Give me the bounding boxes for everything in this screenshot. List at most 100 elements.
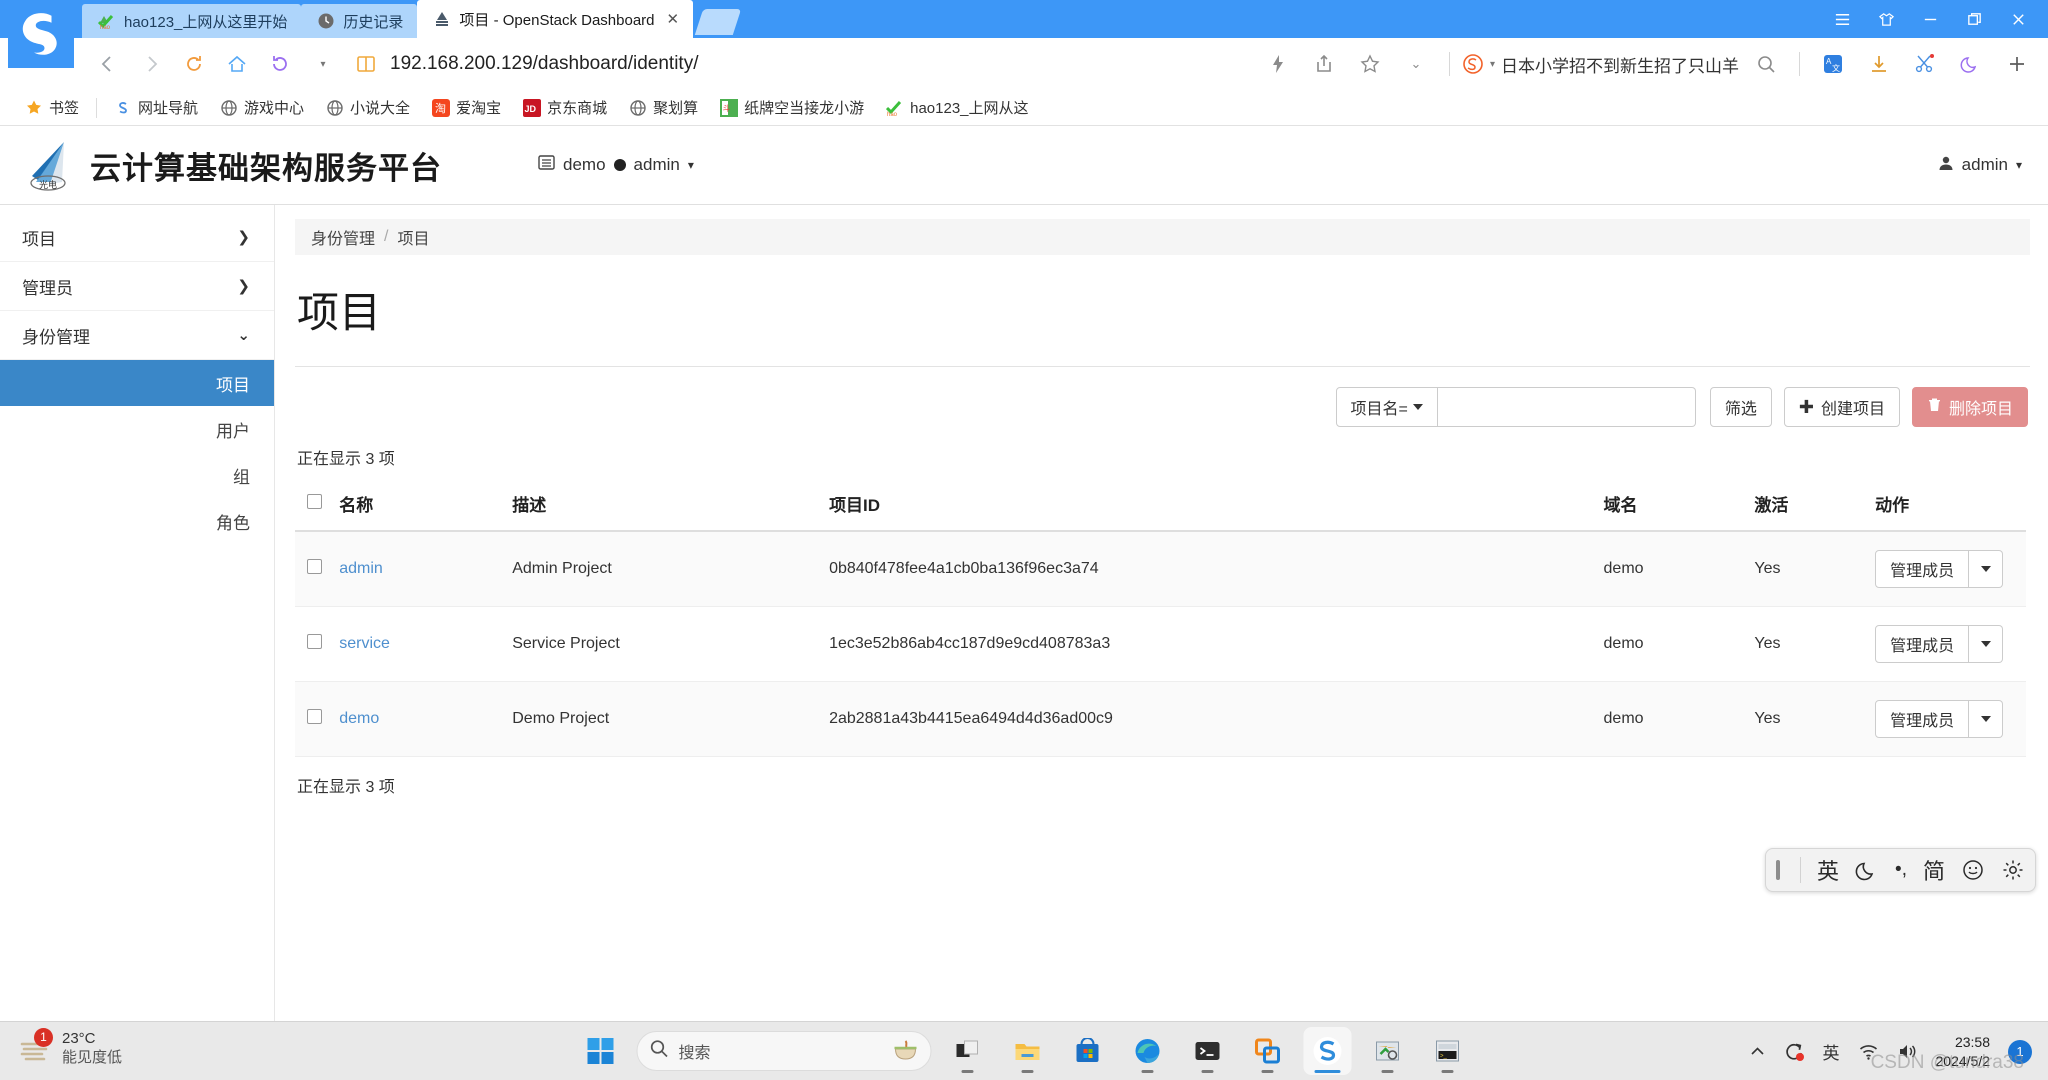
- night-mode-icon[interactable]: [1950, 44, 1992, 84]
- ime-drag-handle[interactable]: [1776, 860, 1781, 880]
- ime-simplified-chinese[interactable]: 简: [1923, 854, 1945, 886]
- browser-tab-1[interactable]: 历史记录: [301, 4, 418, 38]
- reload-icon[interactable]: [174, 44, 214, 84]
- ime-language-english[interactable]: 英: [1817, 854, 1839, 886]
- home-icon[interactable]: [217, 44, 257, 84]
- sidebar-group-admin[interactable]: 管理员 ❯: [0, 262, 274, 311]
- ime-emoji-icon[interactable]: [1961, 858, 1985, 882]
- search-engine-caret-icon[interactable]: ▾: [1490, 59, 1495, 70]
- row-actions-dropdown-icon[interactable]: [1969, 550, 2004, 588]
- vmware-workstation-icon[interactable]: [1244, 1027, 1292, 1075]
- row-checkbox[interactable]: [307, 559, 322, 574]
- sidebar-group-identity[interactable]: 身份管理 ⌄: [0, 311, 274, 360]
- volume-icon[interactable]: [1897, 1041, 1918, 1062]
- wifi-icon[interactable]: [1858, 1041, 1879, 1062]
- chevron-down-icon[interactable]: ⌄: [1395, 44, 1437, 84]
- search-magnifier-icon[interactable]: [1745, 44, 1787, 84]
- ime-floating-toolbar[interactable]: 英 •, 简: [1765, 848, 2036, 892]
- notification-center-badge[interactable]: 1: [2008, 1039, 2032, 1064]
- bookmark-item-0[interactable]: 书签: [14, 93, 90, 123]
- windows-start-icon[interactable]: [577, 1027, 625, 1075]
- filter-button[interactable]: 筛选: [1709, 387, 1772, 427]
- microsoft-store-icon[interactable]: [1064, 1027, 1112, 1075]
- header-name[interactable]: 名称: [339, 483, 513, 532]
- share-icon[interactable]: [1303, 44, 1345, 84]
- sogou-browser-icon[interactable]: [1303, 1027, 1352, 1075]
- header-project-id[interactable]: 项目ID: [829, 483, 1604, 532]
- browser-tab-close-icon[interactable]: ✕: [667, 10, 680, 28]
- project-user-switcher[interactable]: demo admin ▾: [538, 154, 694, 176]
- row-actions-dropdown-icon[interactable]: [1969, 625, 2004, 663]
- header-domain[interactable]: 域名: [1603, 483, 1755, 532]
- sidebar-item-roles[interactable]: 角色: [0, 498, 274, 544]
- ime-settings-gear-icon[interactable]: [2001, 858, 2025, 882]
- browser-search-box[interactable]: ▾ 日本小学招不到新生招了只山羊: [1462, 44, 1787, 84]
- manage-members-button[interactable]: 管理成员: [1875, 700, 1970, 738]
- sidebar-item-groups[interactable]: 组: [0, 452, 274, 498]
- sidebar-group-project[interactable]: 项目 ❯: [0, 213, 274, 262]
- bookmark-item-4[interactable]: 淘 爱淘宝: [421, 93, 512, 123]
- manage-members-button[interactable]: 管理成员: [1875, 550, 1970, 588]
- hamburger-menu-icon[interactable]: [1820, 0, 1864, 38]
- browser-tab-2[interactable]: 项目 - OpenStack Dashboard ✕: [417, 0, 694, 38]
- delete-project-button[interactable]: 删除项目: [1911, 387, 2028, 427]
- browser-tab-0[interactable]: hao hao123_上网从这里开始: [82, 4, 302, 38]
- taskbar-clock[interactable]: 23:58 2024/5/2: [1936, 1033, 1991, 1069]
- ime-punctuation[interactable]: •,: [1895, 859, 1907, 881]
- project-link[interactable]: demo: [339, 710, 379, 727]
- row-actions-dropdown-icon[interactable]: [1969, 700, 2004, 738]
- new-tab-button[interactable]: [694, 9, 742, 35]
- project-link[interactable]: service: [339, 635, 390, 652]
- minimize-icon[interactable]: [1908, 0, 1952, 38]
- task-view-icon[interactable]: [944, 1027, 992, 1075]
- manage-members-button[interactable]: 管理成员: [1875, 625, 1970, 663]
- chevron-down-icon[interactable]: ▾: [688, 158, 694, 172]
- dropdown-caret-icon[interactable]: ▾: [303, 44, 343, 84]
- tray-ime-indicator[interactable]: 英: [1823, 1039, 1840, 1064]
- close-icon[interactable]: [1996, 0, 2040, 38]
- show-hidden-icons-chevron[interactable]: [1749, 1043, 1766, 1060]
- taskbar-search-box[interactable]: 搜索: [636, 1031, 932, 1071]
- windows-update-icon[interactable]: [1784, 1041, 1805, 1062]
- bookmark-item-7[interactable]: 斗 纸牌空当接龙小游: [709, 93, 875, 123]
- select-all-checkbox[interactable]: [307, 493, 322, 509]
- sidebar-item-users[interactable]: 用户: [0, 406, 274, 452]
- xftp-icon[interactable]: [1364, 1027, 1412, 1075]
- row-checkbox[interactable]: [307, 634, 322, 649]
- address-bar[interactable]: 192.168.200.129/dashboard/identity/: [390, 45, 1320, 83]
- bookmark-item-6[interactable]: 聚划算: [618, 93, 709, 123]
- project-link[interactable]: admin: [339, 560, 383, 577]
- lightning-speedup-icon[interactable]: [1257, 44, 1299, 84]
- sidebar-item-projects[interactable]: 项目: [0, 360, 274, 406]
- screenshot-scissors-icon[interactable]: [1904, 44, 1946, 84]
- terminal-icon[interactable]: [1184, 1027, 1232, 1075]
- bookmarks-book-icon[interactable]: [346, 44, 386, 84]
- bookmark-item-1[interactable]: 网址导航: [103, 93, 209, 123]
- bookmark-item-5[interactable]: JD 京东商城: [512, 93, 618, 123]
- bookmark-item-8[interactable]: hao hao123_上网从这: [875, 93, 1039, 123]
- bookmark-star-icon[interactable]: [1349, 44, 1391, 84]
- add-extension-icon[interactable]: [1996, 44, 2038, 84]
- xshell-icon[interactable]: >_: [1424, 1027, 1472, 1075]
- restore-icon[interactable]: [1952, 0, 1996, 38]
- bookmark-item-2[interactable]: 游戏中心: [209, 93, 315, 123]
- chevron-down-icon[interactable]: ▾: [2016, 158, 2022, 172]
- download-icon[interactable]: [1858, 44, 1900, 84]
- create-project-button[interactable]: ✚ 创建项目: [1783, 387, 1900, 427]
- file-explorer-icon[interactable]: [1004, 1027, 1052, 1075]
- back-icon[interactable]: [88, 44, 128, 84]
- microsoft-edge-icon[interactable]: [1124, 1027, 1172, 1075]
- translate-icon[interactable]: A文: [1812, 44, 1854, 84]
- bookmark-item-3[interactable]: 小说大全: [315, 93, 421, 123]
- filter-input[interactable]: [1437, 387, 1696, 427]
- undo-close-tab-icon[interactable]: [260, 44, 300, 84]
- ime-moon-icon[interactable]: [1855, 858, 1879, 882]
- weather-widget[interactable]: 1 23°C 能见度低: [18, 1027, 122, 1068]
- forward-icon[interactable]: [131, 44, 171, 84]
- skin-shirt-icon[interactable]: [1864, 0, 1908, 38]
- header-description[interactable]: 描述: [512, 483, 830, 532]
- user-menu[interactable]: admin ▾: [1938, 155, 2022, 176]
- filter-field-select[interactable]: 项目名=: [1335, 387, 1438, 427]
- header-enabled[interactable]: 激活: [1754, 483, 1876, 532]
- breadcrumb-parent[interactable]: 身份管理: [311, 225, 375, 249]
